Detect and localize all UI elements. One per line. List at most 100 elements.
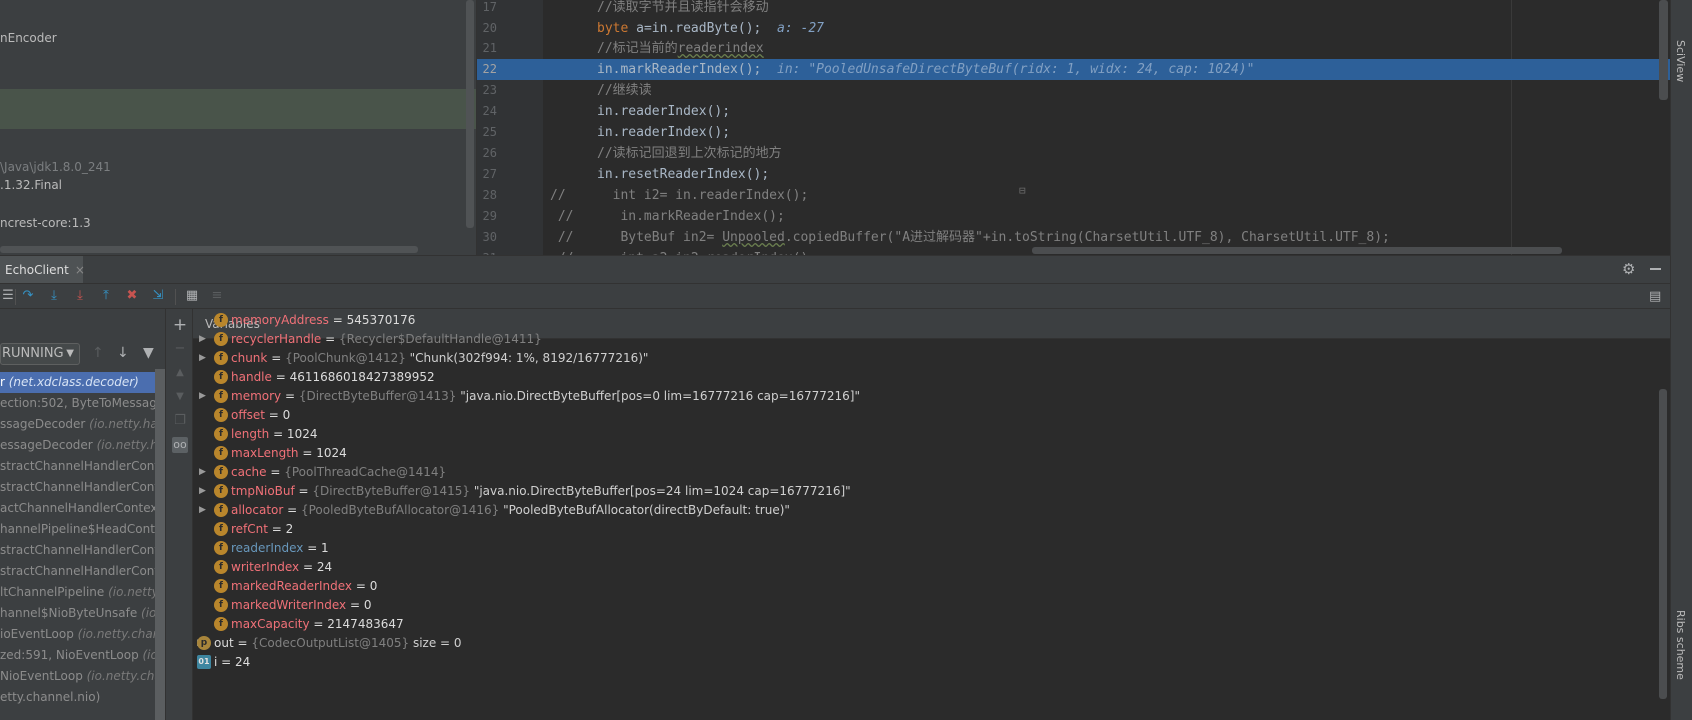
line-number[interactable]: 25 [477, 122, 497, 143]
restore-layout-icon[interactable]: ▤ [1649, 289, 1661, 304]
variable-row[interactable]: ▶pout = {CodecOutputList@1405} size = 0 [193, 633, 1670, 653]
variable-row[interactable]: f memoryAddress = 545370176 [193, 310, 1670, 330]
line-number[interactable]: 31 [477, 248, 497, 255]
variable-row[interactable]: ▶ f recyclerHandle = {Recycler$DefaultHand… [193, 329, 1670, 349]
variable-row[interactable]: f offset = 0 [193, 405, 1670, 425]
thread-selector[interactable]: RUNNING ▼ [0, 343, 80, 365]
code-line[interactable]: 24 in.readerIndex(); [477, 101, 1680, 122]
stack-frame[interactable]: stractChannelHandlerContex [0, 456, 165, 477]
code-line[interactable]: 27 in.resetReaderIndex(); [477, 164, 1680, 185]
variable-row[interactable]: ▶ f chunk = {PoolChunk@1412} "Chunk(302f99… [193, 348, 1670, 368]
variable-row[interactable]: f length = 1024 [193, 424, 1670, 444]
evaluate-expression-icon[interactable]: ▦ [184, 288, 200, 304]
step-over-icon[interactable]: ↷ [20, 288, 36, 304]
expand-arrow-icon[interactable]: ▶ [199, 329, 206, 349]
line-number[interactable]: 21 [477, 38, 497, 59]
variable-row[interactable]: f handle = 4611686018427389952 [193, 367, 1670, 387]
line-number[interactable]: 28 [477, 185, 497, 206]
stack-frame[interactable]: essageDecoder (io.netty.hand [0, 435, 165, 456]
stack-frame[interactable]: hannel$NioByteUnsafe (io.ne [0, 603, 165, 624]
close-tab-icon[interactable]: × [75, 263, 85, 277]
copy-icon[interactable]: ❐ [172, 413, 188, 429]
code-line[interactable]: 21 //标记当前的readerindex [477, 38, 1680, 59]
tree-item[interactable]: \Java\jdk1.8.0_241 [0, 157, 111, 177]
code-line[interactable]: 25 in.readerIndex(); [477, 122, 1680, 143]
sciview-tab[interactable]: SciView [1674, 40, 1687, 82]
variable-row[interactable]: f markedReaderIndex = 0 [193, 576, 1670, 596]
move-down-icon[interactable]: ▼ [172, 389, 188, 405]
tree-item[interactable]: .1.32.Final [0, 175, 62, 195]
run-to-cursor-icon[interactable]: ⇲ [150, 288, 166, 304]
variable-row[interactable]: ▶ f memory = {DirectByteBuffer@1413} "java… [193, 386, 1670, 406]
filter-icon[interactable]: ▼ [143, 345, 154, 361]
variable-row[interactable]: f readerIndex = 1 [193, 538, 1670, 558]
variable-row[interactable]: 01 i = 24 [193, 652, 1670, 672]
line-number[interactable]: 17 [477, 0, 497, 18]
stack-frame[interactable]: ioEventLoop (io.netty.channe [0, 624, 165, 645]
tree-item[interactable]: ncrest-core:1.3 [0, 213, 91, 233]
move-up-icon[interactable]: ▲ [172, 365, 188, 381]
add-watch-icon[interactable]: + [172, 317, 188, 334]
stack-frame[interactable]: stractChannelHandlerContex [0, 477, 165, 498]
variable-row[interactable]: f refCnt = 2 [193, 519, 1670, 539]
project-horizontal-scrollbar[interactable] [0, 246, 418, 253]
line-number[interactable]: 20 [477, 18, 497, 39]
code-line[interactable]: 30 // ByteBuf in2= Unpooled.copiedBuffer… [477, 227, 1680, 248]
minimize-icon[interactable] [1650, 268, 1661, 270]
project-vertical-scrollbar[interactable] [466, 0, 474, 228]
variable-row[interactable]: f maxCapacity = 2147483647 [193, 614, 1670, 634]
line-number[interactable]: 22 [477, 59, 497, 80]
code-line-current[interactable]: 22 in.markReaderIndex(); in: "PooledUnsaf… [477, 59, 1680, 80]
stack-frame[interactable]: r (net.xdclass.decoder) [0, 372, 165, 393]
stack-frame[interactable]: ssageDecoder (io.netty.handl [0, 414, 165, 435]
tree-item[interactable]: nEncoder [0, 28, 57, 48]
expand-arrow-icon[interactable]: ▶ [199, 386, 206, 406]
variable-row[interactable]: ▶ f allocator = {PooledByteBufAllocator@14… [193, 500, 1670, 520]
code-line[interactable]: 29 // in.markReaderIndex(); [477, 206, 1680, 227]
variable-row[interactable]: ▶ f tmpNioBuf = {DirectByteBuffer@1415} "j… [193, 481, 1670, 501]
stack-frame[interactable]: NioEventLoop (io.netty.channe [0, 666, 165, 687]
variables-scrollbar[interactable] [1659, 389, 1667, 699]
stack-frame[interactable]: actChannelHandlerContext (i [0, 498, 165, 519]
editor-vertical-scrollbar[interactable] [1659, 0, 1668, 100]
stack-frame[interactable]: ltChannelPipeline (io.netty.ch [0, 582, 165, 603]
ribs-scheme-tab[interactable]: Ribs scheme [1674, 610, 1687, 680]
code-line[interactable]: 23 //继续读 [477, 80, 1680, 101]
stack-frame[interactable]: stractChannelHandlerContex [0, 540, 165, 561]
layout-menu-icon[interactable]: ☰ [0, 288, 16, 304]
step-into-icon[interactable]: ⤓ [46, 288, 62, 304]
editor-horizontal-scrollbar[interactable] [1032, 247, 1562, 254]
line-number[interactable]: 24 [477, 101, 497, 122]
stack-frame[interactable]: zed:591, NioEventLoop (io.n [0, 645, 165, 666]
stack-frame[interactable]: stractChannelHandlerContex [0, 561, 165, 582]
expand-arrow-icon[interactable]: ▶ [199, 462, 206, 482]
stack-frame[interactable]: hannelPipeline$HeadContext [0, 519, 165, 540]
force-step-into-icon[interactable]: ⤓ [72, 288, 88, 304]
arrow-up-icon[interactable]: ↑ [92, 345, 104, 361]
variable-row[interactable]: f markedWriterIndex = 0 [193, 595, 1670, 615]
gear-icon[interactable]: ⚙ [1622, 261, 1638, 277]
expand-arrow-icon[interactable]: ▶ [199, 348, 206, 368]
remove-watch-icon[interactable]: − [172, 341, 188, 357]
line-number[interactable]: 29 [477, 206, 497, 227]
stack-frame[interactable]: etty.channel.nio) [0, 687, 165, 708]
code-editor[interactable]: 17 //读取字节并且读指针会移动 20 byte a=in.readByte(); … [477, 0, 1680, 255]
expand-arrow-icon[interactable]: ▶ [199, 481, 206, 501]
trace-icon[interactable]: ≡ [209, 288, 225, 304]
expand-arrow-icon[interactable]: ▶ [199, 500, 206, 520]
code-line[interactable]: 20 byte a=in.readByte(); a: -27 [477, 18, 1680, 39]
code-line[interactable]: 26 //读标记回退到上次标记的地方 [477, 143, 1680, 164]
variable-row[interactable]: ▶ f cache = {PoolThreadCache@1414} [193, 462, 1670, 482]
frames-scrollbar[interactable] [155, 369, 165, 720]
arrow-down-icon[interactable]: ↓ [117, 345, 129, 361]
line-number[interactable]: 27 [477, 164, 497, 185]
line-number[interactable]: 26 [477, 143, 497, 164]
glasses-icon[interactable]: oo [172, 437, 188, 453]
debug-session-tab[interactable]: EchoClient × [0, 256, 85, 284]
code-line[interactable]: 28 // int i2= in.readerIndex(); [477, 185, 1680, 206]
stack-frame[interactable]: ection:502, ByteToMessageD [0, 393, 165, 414]
line-number[interactable]: 30 [477, 227, 497, 248]
drop-frame-icon[interactable]: ✖ [124, 288, 140, 304]
variable-row[interactable]: f writerIndex = 24 [193, 557, 1670, 577]
variable-row[interactable]: f maxLength = 1024 [193, 443, 1670, 463]
